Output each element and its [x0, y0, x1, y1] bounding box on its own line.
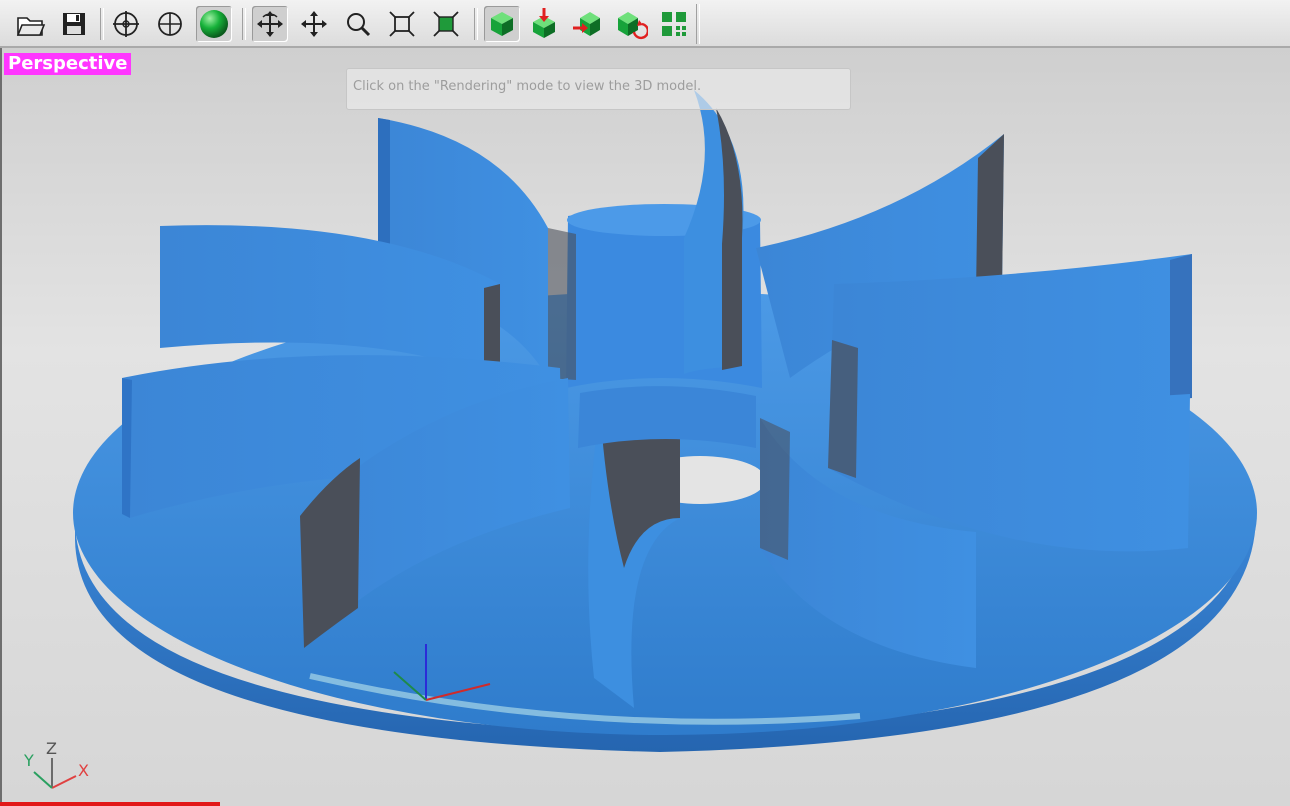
view-mode-label[interactable]: Perspective	[4, 53, 132, 75]
axis-z-label: Z	[46, 739, 57, 758]
green-sphere-icon[interactable]	[196, 6, 232, 42]
grid-squares-icon[interactable]	[656, 6, 692, 42]
cube-arrow-down-icon[interactable]	[526, 6, 562, 42]
floppy-disk-icon[interactable]	[56, 6, 92, 42]
rotate-arrows-icon[interactable]	[252, 6, 288, 42]
crosshair-circle-icon[interactable]	[108, 6, 144, 42]
zoom-box-icon[interactable]	[428, 6, 464, 42]
green-cube-icon[interactable]	[484, 6, 520, 42]
3d-viewport[interactable]: Z Y X Perspective Click on the "Renderin…	[0, 48, 1290, 806]
target-circle-icon[interactable]	[152, 6, 188, 42]
zoom-extents-icon[interactable]	[384, 6, 420, 42]
cube-rotate-icon[interactable]	[612, 6, 648, 42]
rendering-hint: Click on the "Rendering" mode to view th…	[346, 68, 851, 110]
axis-y-label: Y	[23, 751, 34, 770]
toolbar	[0, 0, 1290, 48]
move-arrows-icon[interactable]	[296, 6, 332, 42]
axis-x-label: X	[78, 761, 89, 780]
magnifier-icon[interactable]	[340, 6, 376, 42]
viewport-border	[0, 48, 2, 806]
cube-arrow-in-icon[interactable]	[570, 6, 606, 42]
open-folder-icon[interactable]	[12, 6, 48, 42]
impeller-model[interactable]: Z Y X	[0, 48, 1290, 806]
progress-bar	[0, 802, 220, 806]
